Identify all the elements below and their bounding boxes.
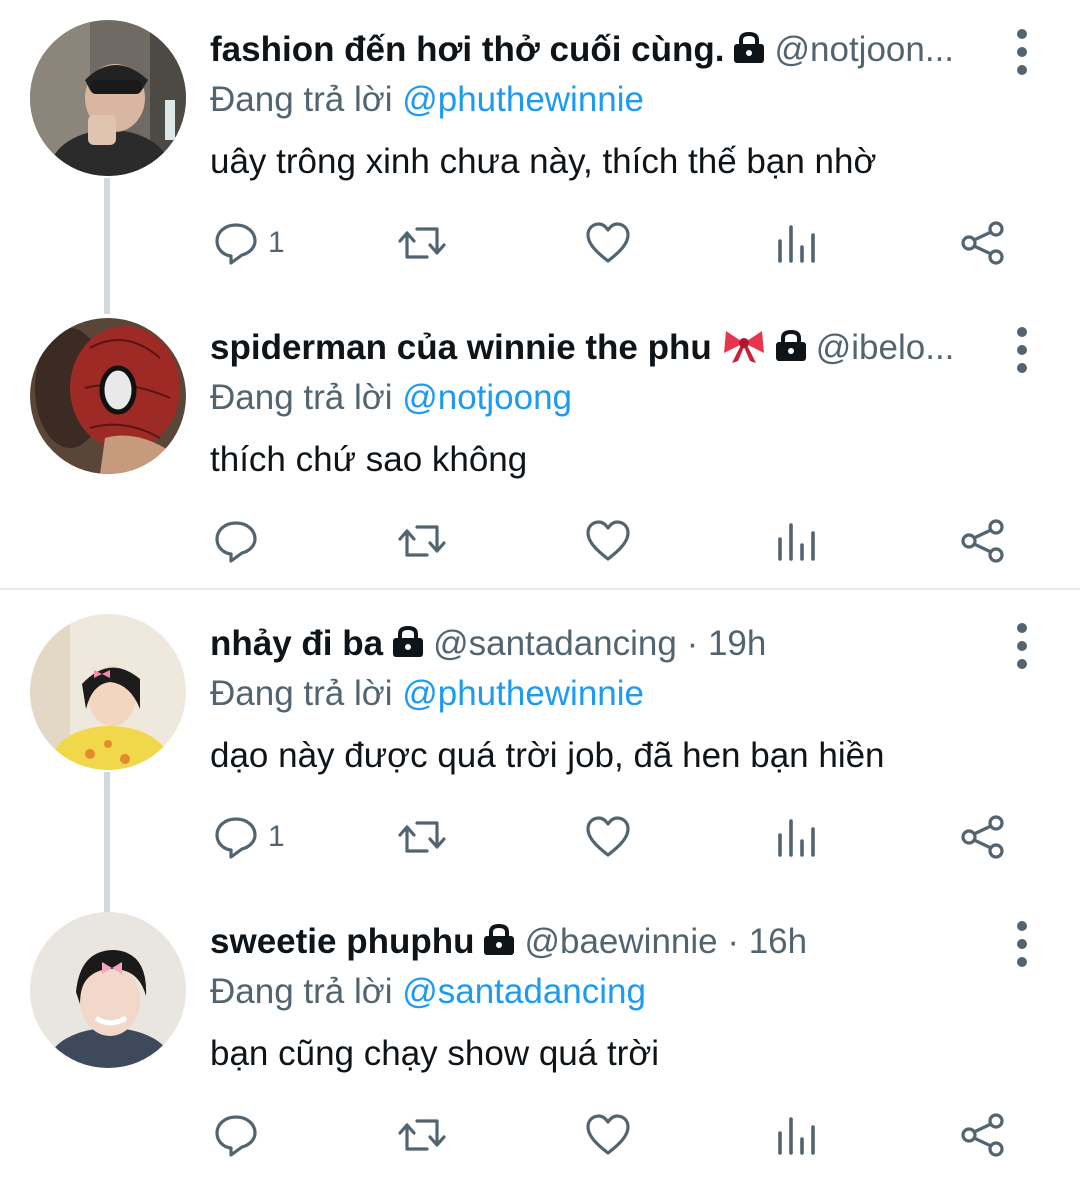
user-handle[interactable]: @ibelo... [816, 328, 955, 367]
reply-mention-link[interactable]: @santadancing [402, 972, 646, 1011]
reply-icon [215, 1115, 257, 1157]
avatar-image [30, 318, 186, 474]
reply-button[interactable] [214, 516, 268, 566]
like-button[interactable] [585, 1110, 631, 1160]
tweet-text: bạn cũng chạy show quá trời [210, 1034, 660, 1073]
views-button[interactable] [776, 1110, 816, 1160]
share-button[interactable] [960, 516, 1006, 566]
views-button[interactable] [776, 218, 816, 268]
lock-icon [482, 923, 516, 964]
bow-icon [722, 327, 766, 370]
lock-icon [774, 329, 808, 370]
tweet-actions [0, 1110, 1080, 1160]
reply-button[interactable] [214, 1110, 268, 1160]
more-icon [1017, 623, 1027, 669]
share-button[interactable] [960, 218, 1006, 268]
tweet-text: dạo này được quá trời job, đã hen bạn hi… [210, 736, 885, 775]
share-icon [961, 519, 1004, 563]
lock-icon [391, 625, 425, 666]
user-handle[interactable]: @santadancing · 19h [433, 624, 766, 663]
display-name[interactable]: spiderman của winnie the phu [210, 328, 712, 367]
replying-to: Đang trả lời @phuthewinnie [210, 672, 644, 716]
more-options-button[interactable] [1010, 618, 1034, 674]
retweet-button[interactable] [397, 812, 447, 862]
display-name[interactable]: fashion đến hơi thở cuối cùng. [210, 30, 724, 69]
more-icon [1017, 29, 1027, 75]
reply-prefix: Đang trả lời [210, 674, 393, 713]
lock-icon [732, 31, 766, 72]
like-button[interactable] [585, 218, 631, 268]
tweet-header: sweetie phuphu @baewinnie · 16h [210, 920, 970, 964]
retweet-icon [398, 1119, 446, 1151]
tweet-actions [0, 516, 1080, 566]
share-button[interactable] [960, 1110, 1006, 1160]
tweet-actions: 1 [0, 218, 1080, 268]
avatar[interactable] [30, 20, 186, 176]
replying-to: Đang trả lời @phuthewinnie [210, 78, 644, 122]
views-icon [778, 225, 815, 263]
retweet-button[interactable] [397, 1110, 447, 1160]
retweet-icon [398, 821, 446, 853]
reply-button[interactable]: 1 [214, 218, 285, 268]
reply-prefix: Đang trả lời [210, 378, 393, 417]
tweet-text: thích chứ sao không [210, 440, 528, 479]
tweet-text: uây trông xinh chưa này, thích thế bạn n… [210, 142, 877, 181]
reply-mention-link[interactable]: @notjoong [402, 378, 572, 417]
more-icon [1017, 327, 1027, 373]
like-button[interactable] [585, 516, 631, 566]
like-button[interactable] [585, 812, 631, 862]
share-icon [961, 1113, 1004, 1157]
more-icon [1017, 921, 1027, 967]
tweet-header: spiderman của winnie the phu @ibelo... [210, 326, 970, 370]
reply-prefix: Đang trả lời [210, 972, 393, 1011]
avatar-image [30, 20, 186, 176]
avatar-image [30, 912, 186, 1068]
avatar[interactable] [30, 318, 186, 474]
views-icon [778, 819, 815, 857]
reply-icon [215, 521, 257, 563]
replying-to: Đang trả lời @notjoong [210, 376, 572, 420]
reply-button[interactable]: 1 [214, 812, 285, 862]
retweet-icon [398, 227, 446, 259]
avatar[interactable] [30, 614, 186, 770]
user-handle[interactable]: @baewinnie · 16h [524, 922, 807, 961]
views-button[interactable] [776, 516, 816, 566]
display-name[interactable]: nhảy đi ba [210, 624, 383, 663]
reply-mention-link[interactable]: @phuthewinnie [402, 674, 644, 713]
like-icon [586, 816, 630, 857]
like-icon [586, 1114, 630, 1155]
avatar-image [30, 614, 186, 770]
reply-count: 1 [268, 820, 285, 853]
more-options-button[interactable] [1010, 322, 1034, 378]
retweet-button[interactable] [397, 516, 447, 566]
tweet-header: nhảy đi ba @santadancing · 19h [210, 622, 970, 666]
like-icon [586, 520, 630, 561]
views-icon [778, 523, 815, 561]
replying-to: Đang trả lời @santadancing [210, 970, 646, 1014]
retweet-icon [398, 525, 446, 557]
reply-mention-link[interactable]: @phuthewinnie [402, 80, 644, 119]
reply-icon [215, 223, 257, 265]
tweet-header: fashion đến hơi thở cuối cùng. @notjoon..… [210, 28, 970, 72]
reply-prefix: Đang trả lời [210, 80, 393, 119]
user-handle[interactable]: @notjoon... [774, 30, 954, 69]
share-icon [961, 221, 1004, 265]
more-options-button[interactable] [1010, 24, 1034, 80]
avatar[interactable] [30, 912, 186, 1068]
like-icon [586, 222, 630, 263]
reply-icon [215, 817, 257, 859]
reply-count: 1 [268, 226, 285, 259]
tweet-actions: 1 [0, 812, 1080, 862]
display-name[interactable]: sweetie phuphu [210, 922, 474, 961]
more-options-button[interactable] [1010, 916, 1034, 972]
views-icon [778, 1117, 815, 1155]
retweet-button[interactable] [397, 218, 447, 268]
views-button[interactable] [776, 812, 816, 862]
share-button[interactable] [960, 812, 1006, 862]
share-icon [961, 815, 1004, 859]
section-divider [0, 588, 1080, 590]
